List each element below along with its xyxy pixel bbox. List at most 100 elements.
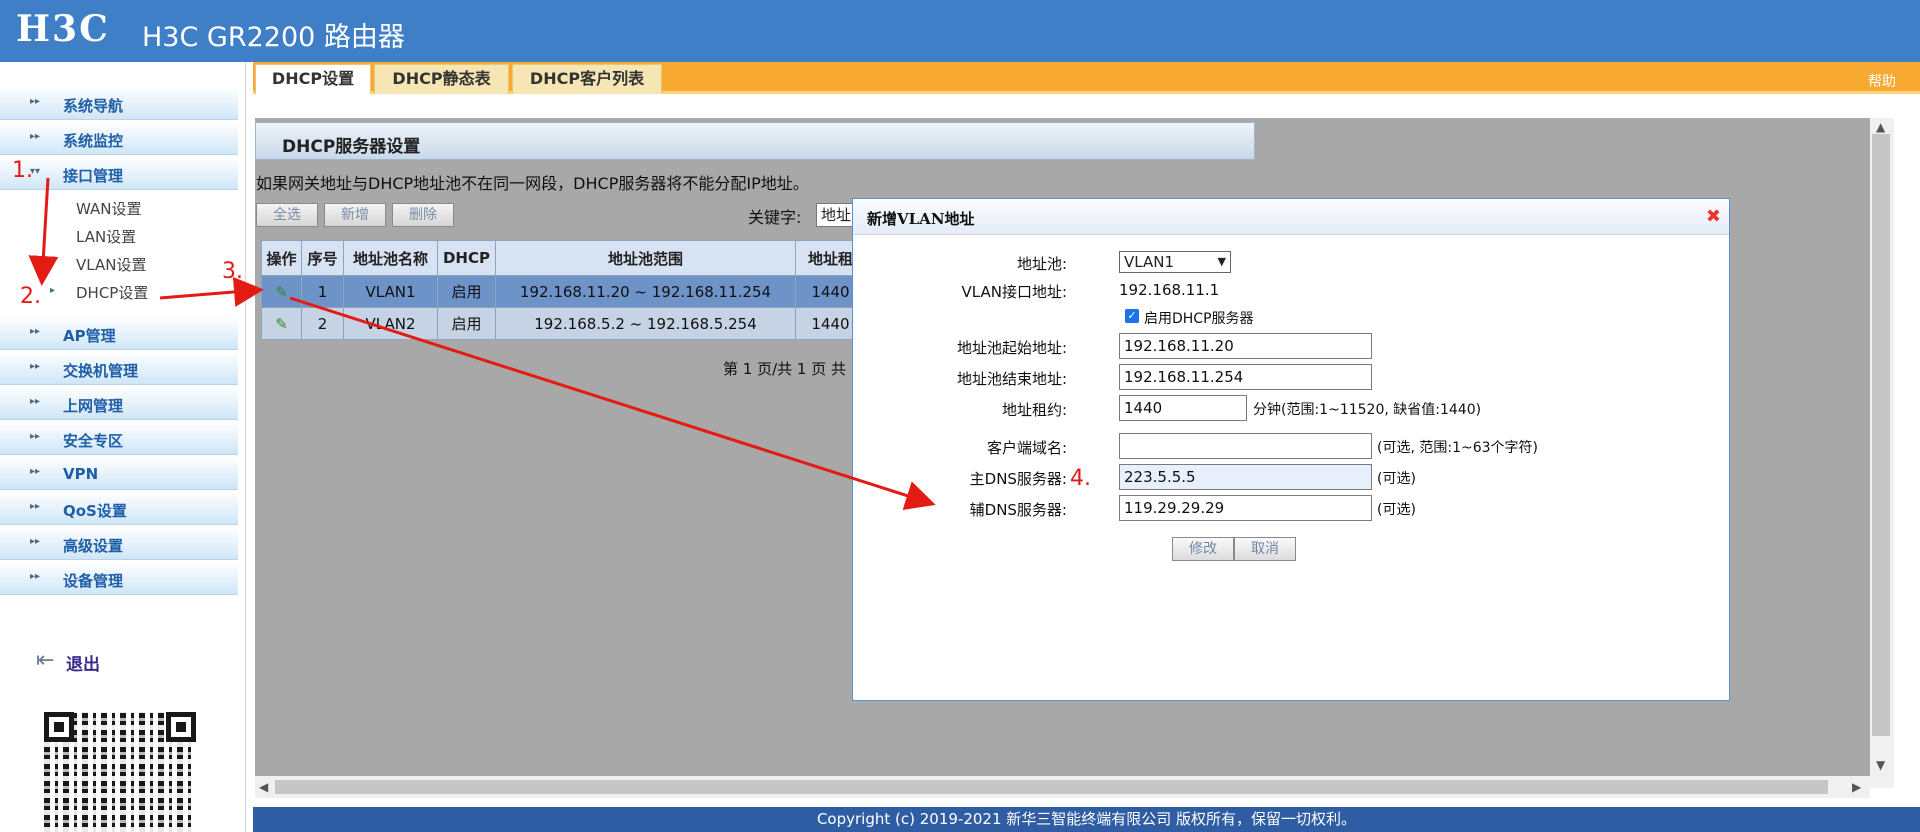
dialog-header: 新增VLAN地址 ✖ xyxy=(853,199,1729,235)
modify-button[interactable]: 修改 xyxy=(1172,537,1234,561)
submenu-vlan[interactable]: VLAN设置 xyxy=(76,254,146,275)
domain-input[interactable] xyxy=(1119,433,1372,459)
vertical-scroll-thumb[interactable] xyxy=(1872,134,1890,736)
row-index: 2 xyxy=(301,307,344,340)
dialog-title: 新增VLAN地址 xyxy=(867,210,975,228)
delete-button[interactable]: 删除 xyxy=(392,203,454,227)
menu-label: 系统导航 xyxy=(63,97,124,115)
menu-arrow-icon: ▸▸ xyxy=(30,396,41,407)
annotation-step-4: 4. xyxy=(1070,466,1091,491)
row-range: 192.168.5.2 ~ 192.168.5.254 xyxy=(495,307,796,340)
menu-arrow-icon: ▸▸ xyxy=(30,96,41,107)
lease-label: 地址租约: xyxy=(1001,401,1067,419)
menu-system-monitor[interactable]: ▸▸ 系统监控 xyxy=(0,122,238,155)
end-label: 地址池结束地址: xyxy=(956,370,1067,388)
menu-interface-mgmt[interactable]: ▾▾ 接口管理 xyxy=(0,157,238,190)
menu-switch-mgmt[interactable]: ▸▸ 交换机管理 xyxy=(0,352,238,385)
menu-label: QoS设置 xyxy=(63,502,127,520)
col-header: DHCP xyxy=(437,240,496,276)
row-dhcp: 启用 xyxy=(437,275,496,308)
menu-internet-mgmt[interactable]: ▸▸ 上网管理 xyxy=(0,387,238,420)
section-title: DHCP服务器设置 xyxy=(282,137,421,157)
table-row[interactable]: ✎ 1 VLAN1 启用 192.168.11.20 ~ 192.168.11.… xyxy=(261,275,866,308)
enable-dhcp-checkbox[interactable]: ✓ xyxy=(1125,309,1139,323)
menu-ap-mgmt[interactable]: ▸▸ AP管理 xyxy=(0,317,238,350)
vlan-ip-value: 192.168.11.1 xyxy=(1119,281,1220,299)
edit-cell[interactable]: ✎ xyxy=(261,275,302,308)
top-header: H3C H3C GR2200 路由器 xyxy=(0,0,1920,62)
start-address-input[interactable]: 192.168.11.20 xyxy=(1119,333,1372,359)
start-label: 地址池起始地址: xyxy=(956,339,1067,357)
cancel-button[interactable]: 取消 xyxy=(1234,537,1296,561)
row-range: 192.168.11.20 ~ 192.168.11.254 xyxy=(495,275,796,308)
submenu-dhcp[interactable]: DHCP设置 xyxy=(76,282,148,303)
scroll-right-icon[interactable]: ▶ xyxy=(1852,780,1861,794)
dns2-hint: (可选) xyxy=(1377,502,1416,518)
help-link[interactable]: 帮助 xyxy=(1868,71,1896,91)
menu-arrow-icon: ▸▸ xyxy=(30,501,41,512)
logout-label: 退出 xyxy=(66,655,100,675)
horizontal-scroll-thumb[interactable] xyxy=(275,780,1828,794)
menu-device-mgmt[interactable]: ▸▸ 设备管理 xyxy=(0,562,238,595)
tab-dhcp-settings[interactable]: DHCP设置 xyxy=(255,64,371,94)
dns2-label: 辅DNS服务器: xyxy=(969,501,1067,519)
edit-pencil-icon[interactable]: ✎ xyxy=(275,283,288,301)
edit-pencil-icon[interactable]: ✎ xyxy=(275,315,288,333)
col-header: 地址池范围 xyxy=(495,240,796,276)
menu-system-nav[interactable]: ▸▸ 系统导航 xyxy=(0,87,238,120)
pagination-text: 第 1 页/共 1 页 共 xyxy=(723,360,846,378)
pool-label: 地址池: xyxy=(1016,255,1067,273)
lease-input[interactable]: 1440 xyxy=(1119,395,1247,421)
scroll-up-icon[interactable]: ▲ xyxy=(1876,120,1885,134)
close-icon[interactable]: ✖ xyxy=(1706,206,1721,227)
select-all-button[interactable]: 全选 xyxy=(256,203,318,227)
logout-link[interactable]: ⇤ 退出 xyxy=(36,648,156,675)
chevron-down-icon: ▼ xyxy=(1217,255,1226,268)
row-name: VLAN1 xyxy=(343,275,438,308)
primary-dns-input[interactable]: 223.5.5.5 xyxy=(1119,464,1372,490)
table-row[interactable]: ✎ 2 VLAN2 启用 192.168.5.2 ~ 192.168.5.254… xyxy=(261,307,866,340)
menu-label: 上网管理 xyxy=(63,397,124,415)
menu-arrow-icon: ▸▸ xyxy=(30,571,41,582)
lease-hint: 分钟(范围:1~11520, 缺省值:1440) xyxy=(1253,402,1482,418)
menu-label: AP管理 xyxy=(63,327,116,345)
col-header: 操作 xyxy=(261,240,302,276)
scroll-down-icon[interactable]: ▼ xyxy=(1876,758,1885,772)
secondary-dns-input[interactable]: 119.29.29.29 xyxy=(1119,495,1372,521)
annotation-step-1: 1. xyxy=(12,158,33,183)
h3c-logo: H3C xyxy=(16,8,110,50)
product-title: H3C GR2200 路由器 xyxy=(142,22,405,53)
menu-arrow-icon: ▸▸ xyxy=(30,326,41,337)
scroll-left-icon[interactable]: ◀ xyxy=(259,780,268,794)
menu-advanced[interactable]: ▸▸ 高级设置 xyxy=(0,527,238,560)
menu-arrow-icon: ▸▸ xyxy=(30,361,41,372)
end-address-input[interactable]: 192.168.11.254 xyxy=(1119,364,1372,390)
qr-finder xyxy=(166,712,196,742)
menu-security[interactable]: ▸▸ 安全专区 xyxy=(0,422,238,455)
edit-cell[interactable]: ✎ xyxy=(261,307,302,340)
dhcp-pool-table: 操作 序号 地址池名称 DHCP 地址池范围 地址租 ✎ 1 VLAN1 启用 … xyxy=(261,240,866,340)
submenu-wan[interactable]: WAN设置 xyxy=(76,198,142,219)
pool-selected-value: VLAN1 xyxy=(1124,253,1174,271)
menu-qos[interactable]: ▸▸ QoS设置 xyxy=(0,492,238,525)
keyword-label: 关键字: xyxy=(748,208,802,227)
add-button[interactable]: 新增 xyxy=(324,203,386,227)
submenu-lan[interactable]: LAN设置 xyxy=(76,226,136,247)
pool-select[interactable]: VLAN1 ▼ xyxy=(1119,251,1231,273)
vlan-ip-label: VLAN接口地址: xyxy=(961,283,1068,301)
menu-vpn[interactable]: ▸▸ VPN xyxy=(0,457,238,490)
table-header-row: 操作 序号 地址池名称 DHCP 地址池范围 地址租 xyxy=(261,240,866,276)
annotation-step-2: 2. xyxy=(20,284,41,309)
keyword-select[interactable]: 地址 xyxy=(816,203,856,227)
annotation-step-3: 3. xyxy=(222,259,243,284)
tab-dhcp-clients[interactable]: DHCP客户列表 xyxy=(512,64,662,94)
row-name: VLAN2 xyxy=(343,307,438,340)
dns1-label: 主DNS服务器: xyxy=(969,470,1067,488)
menu-label: 接口管理 xyxy=(63,167,124,185)
menu-arrow-icon: ▸▸ xyxy=(30,536,41,547)
menu-label: 系统监控 xyxy=(63,132,124,150)
footer-copyright: Copyright (c) 2019-2021 新华三智能终端有限公司 版权所有… xyxy=(253,807,1920,832)
menu-arrow-icon: ▸▸ xyxy=(30,431,41,442)
submenu-arrow-icon: ▸ xyxy=(50,285,56,296)
tab-dhcp-static[interactable]: DHCP静态表 xyxy=(374,64,509,94)
